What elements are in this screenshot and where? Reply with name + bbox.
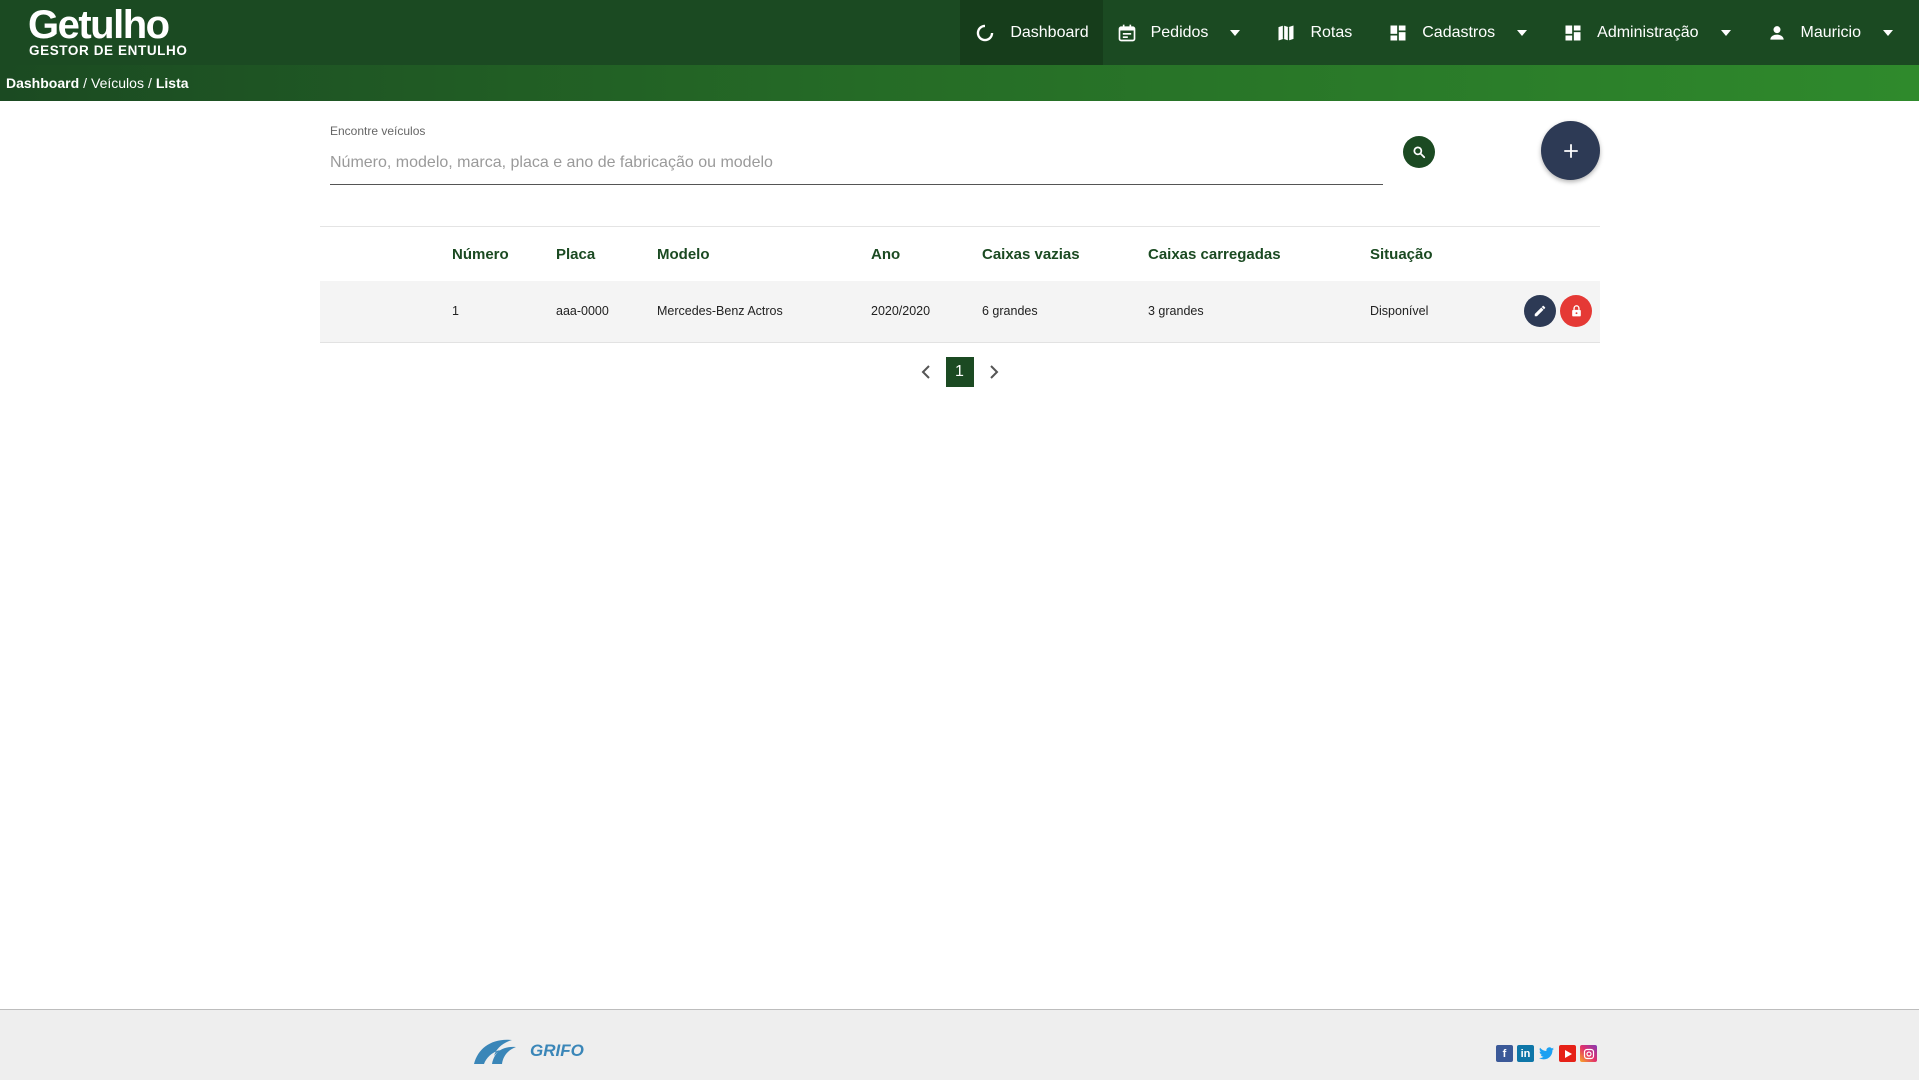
person-icon: [1769, 25, 1784, 40]
instagram-icon[interactable]: [1580, 1045, 1597, 1062]
nav-item-administracao[interactable]: Administração: [1549, 0, 1744, 65]
page-number-button[interactable]: 1: [945, 357, 974, 387]
table-cell-caixas-carregadas: 3 grandes: [1148, 281, 1370, 343]
breadcrumb-item-lista: Lista: [155, 75, 189, 91]
dashboard-grid-icon: [1565, 25, 1581, 40]
logo-title: Getulho: [28, 3, 170, 47]
chevron-right-icon: [989, 365, 998, 379]
caret-down-icon: [1883, 29, 1893, 36]
pencil-icon: [1534, 306, 1546, 317]
column-header-caixas-carregadas: Caixas carregadas: [1148, 245, 1281, 263]
column-header-caixas-vazias: Caixas vazias: [982, 245, 1080, 263]
facebook-icon[interactable]: f: [1496, 1045, 1513, 1062]
add-vehicle-button[interactable]: [1541, 121, 1600, 180]
logo-subtitle: GESTOR DE ENTULHO: [29, 43, 188, 58]
column-header-modelo: Modelo: [657, 245, 710, 263]
pagination: 1: [0, 357, 1919, 387]
dashboard-grid-icon: [1390, 25, 1406, 40]
map-icon: [1278, 25, 1294, 40]
search-input[interactable]: [330, 146, 1383, 185]
linkedin-icon[interactable]: in: [1517, 1045, 1534, 1062]
table-header-row: Número Placa Modelo Ano Caixas vazias Ca…: [320, 227, 1600, 281]
lock-button[interactable]: [1560, 295, 1592, 328]
nav-item-rotas[interactable]: Rotas: [1262, 0, 1366, 65]
nav-item-pedidos[interactable]: Pedidos: [1103, 0, 1255, 65]
search-button[interactable]: [1403, 136, 1435, 168]
column-header-situacao: Situação: [1370, 245, 1433, 263]
twitter-icon[interactable]: [1538, 1045, 1555, 1062]
breadcrumb-separator: /: [83, 75, 88, 91]
nav-item-dashboard[interactable]: Dashboard: [960, 0, 1103, 65]
previous-page-button[interactable]: [906, 357, 946, 387]
footer: GRIFO f in: [0, 1009, 1919, 1080]
nav-item-label: Dashboard: [1010, 23, 1089, 41]
plus-icon: [1563, 143, 1578, 158]
column-header-placa: Placa: [556, 245, 596, 263]
column-header-numero: Número: [452, 245, 509, 263]
table-cell-caixas-vazias: 6 grandes: [982, 281, 1148, 343]
breadcrumb-separator: /: [147, 75, 152, 91]
table-cell-spacer: [320, 281, 452, 343]
table-cell-situacao: Disponível: [1370, 281, 1524, 343]
column-header-ano: Ano: [871, 245, 901, 263]
social-links: f in: [1496, 1045, 1597, 1062]
breadcrumb: Dashboard / Veículos / Lista: [0, 65, 1919, 101]
search-label: Encontre veículos: [330, 124, 426, 138]
lock-icon: [1571, 305, 1581, 317]
main-nav: Dashboard Pedidos Rotas Cadastros Admini…: [960, 0, 1907, 65]
top-navbar: Getulho GESTOR DE ENTULHO Dashboard Pedi…: [0, 0, 1919, 65]
search-field: Encontre veículos: [330, 124, 1383, 185]
nav-item-label: Administração: [1597, 23, 1699, 41]
caret-down-icon: [1230, 29, 1241, 36]
column-header-actions: [1524, 227, 1600, 281]
grifo-logo-icon: [474, 1039, 516, 1064]
table-row[interactable]: 1 aaa-0000 Mercedes-Benz Actros 2020/202…: [320, 281, 1600, 343]
caret-down-icon: [1720, 29, 1731, 36]
grifo-logo[interactable]: GRIFO: [472, 1034, 584, 1068]
table-header-spacer: [320, 227, 452, 281]
edit-button[interactable]: [1524, 295, 1556, 328]
refresh-circle-icon: [977, 24, 994, 41]
nav-item-user-menu[interactable]: Mauricio: [1753, 0, 1907, 65]
calendar-icon: [1118, 24, 1135, 41]
nav-item-label: Cadastros: [1422, 23, 1496, 41]
nav-item-cadastros[interactable]: Cadastros: [1374, 0, 1541, 65]
breadcrumb-item-dashboard[interactable]: Dashboard: [6, 75, 79, 91]
nav-item-label: Rotas: [1310, 23, 1353, 41]
app-logo[interactable]: Getulho GESTOR DE ENTULHO: [28, 3, 188, 58]
nav-item-label: Mauricio: [1800, 23, 1861, 41]
next-page-button[interactable]: [974, 357, 1014, 387]
table-cell-ano: 2020/2020: [871, 281, 982, 343]
youtube-icon[interactable]: [1559, 1045, 1576, 1062]
search-icon: [1413, 146, 1426, 159]
caret-down-icon: [1517, 29, 1528, 36]
breadcrumb-item-veiculos[interactable]: Veículos: [91, 75, 144, 91]
table-cell-modelo: Mercedes-Benz Actros: [657, 281, 871, 343]
nav-item-label: Pedidos: [1150, 23, 1209, 41]
table-cell-placa: aaa-0000: [556, 281, 657, 343]
grifo-brand-text: GRIFO: [530, 1041, 584, 1060]
table-cell-numero: 1: [452, 281, 556, 343]
vehicles-table: Número Placa Modelo Ano Caixas vazias Ca…: [320, 226, 1600, 343]
table-cell-actions: [1524, 281, 1600, 343]
chevron-left-icon: [921, 365, 930, 379]
